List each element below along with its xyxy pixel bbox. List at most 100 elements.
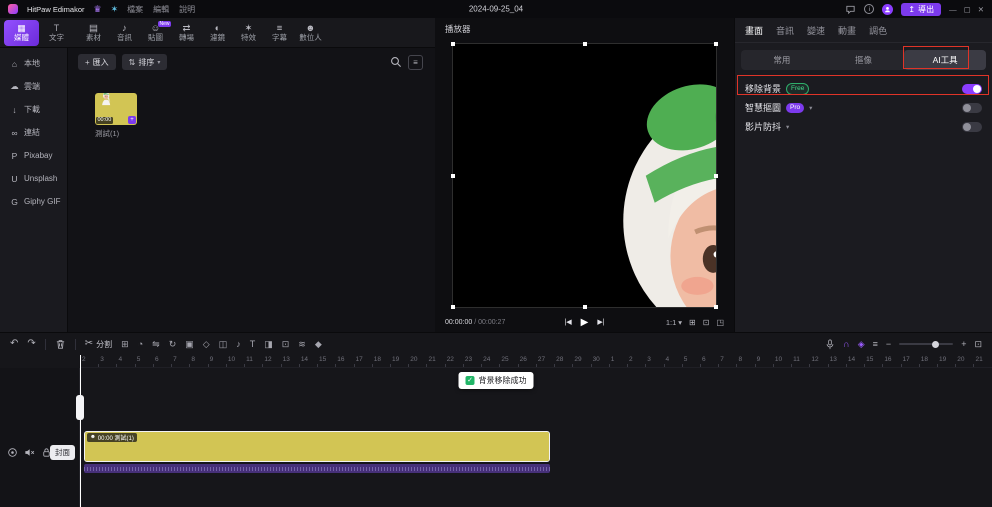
redo-icon[interactable]: ↷	[27, 339, 35, 349]
import-button[interactable]: + 匯入	[78, 54, 116, 70]
tab-audio[interactable]: 音訊	[776, 24, 794, 37]
tab-media[interactable]: ▦ 媒體	[4, 20, 39, 46]
zoom-in-icon[interactable]: +	[961, 339, 966, 349]
free-badge: Free	[786, 83, 809, 95]
rotate-icon[interactable]: ↻	[169, 339, 177, 350]
crop-icon[interactable]: ⊞	[121, 339, 129, 350]
playhead[interactable]	[80, 355, 81, 507]
freeze-frame-icon[interactable]: ▣	[185, 339, 194, 350]
preview-canvas[interactable]	[452, 43, 717, 308]
tool-effects[interactable]: ✶ 特效	[233, 24, 264, 42]
tab-animation[interactable]: 動畫	[838, 24, 856, 37]
media-clip-item[interactable]: 00:00 + 測試(1)	[95, 93, 139, 139]
timeline-zoom-slider[interactable]	[899, 343, 953, 345]
mirror-icon[interactable]: ⇋	[152, 339, 160, 350]
cover-button[interactable]: 封面	[50, 445, 75, 460]
marker-icon[interactable]: ◇	[203, 339, 210, 350]
menu-item[interactable]: 說明	[179, 4, 195, 15]
feedback-chat-icon[interactable]	[845, 4, 856, 15]
split-button[interactable]: ✂ 分割	[85, 339, 112, 350]
delete-icon[interactable]	[55, 339, 66, 350]
sidebar-item-giphy[interactable]: G Giphy GIF	[4, 191, 63, 212]
tool-subtitle[interactable]: ≡ 字幕	[264, 24, 295, 42]
grid-icon[interactable]: ⊞	[689, 318, 696, 327]
sidebar-item-local[interactable]: ⌂ 本地	[4, 53, 63, 74]
info-icon[interactable]: i	[864, 4, 874, 14]
stabilization-label: 影片防抖	[745, 120, 781, 133]
maximize-button[interactable]: ▢	[964, 5, 971, 14]
subtab-ai-tools[interactable]: AI工具	[904, 50, 986, 70]
ribbon-tools: ▤ 素材 ♪ 音訊 ☺ 貼圖 New ⇄ 轉場 ◐	[78, 24, 326, 42]
pro-badge: Pro	[786, 103, 804, 113]
chevron-down-icon: ▾	[157, 59, 160, 66]
sort-button[interactable]: ⇅ 排序 ▾	[122, 54, 168, 70]
menu-item[interactable]: 編輯	[153, 4, 169, 15]
activity-icon[interactable]: ✶	[111, 5, 119, 14]
tab-picture[interactable]: 畫面	[745, 24, 763, 37]
video-clip[interactable]: ☻ 00:00 測試(1)	[84, 431, 550, 462]
keyframe-icon[interactable]: ◆	[315, 339, 322, 350]
subtab-matting[interactable]: 摳像	[823, 50, 905, 70]
stabilization-toggle[interactable]	[962, 122, 982, 132]
export-button[interactable]: ↥ 導出	[901, 3, 941, 16]
ruler-tick: 7	[171, 355, 189, 367]
snapshot-icon[interactable]: ⊡	[703, 318, 710, 327]
tool-stock-media[interactable]: ▤ 素材	[78, 24, 109, 42]
next-frame-button[interactable]: ▶|	[597, 318, 604, 326]
keyframes-icon[interactable]: ◈	[858, 339, 865, 350]
track-manager-icon[interactable]: ≡	[873, 339, 878, 349]
tool-sticker[interactable]: ☺ 貼圖 New	[140, 24, 171, 42]
list-view-icon[interactable]: ≡	[408, 55, 423, 70]
play-button[interactable]: ▶	[581, 317, 589, 328]
fullscreen-icon[interactable]: ◳	[716, 318, 724, 327]
sidebar-item-link[interactable]: ∞ 連結	[4, 122, 63, 143]
ruler-tick: 7	[718, 355, 736, 367]
tab-text[interactable]: T 文字	[39, 20, 74, 46]
playhead-grip[interactable]	[76, 395, 84, 420]
magnet-snap-icon[interactable]: ∩	[843, 339, 849, 349]
vip-icon[interactable]: ♛	[94, 5, 102, 14]
waveform-icon[interactable]: ≋	[298, 339, 306, 350]
tab-speed[interactable]: 變速	[807, 24, 825, 37]
menu-item[interactable]: 檔案	[127, 4, 143, 15]
tool-filter[interactable]: ◐ 濾鏡	[202, 24, 233, 42]
previous-frame-button[interactable]: |◀	[564, 318, 571, 326]
clip-audio-strip[interactable]	[84, 464, 550, 473]
record-track-icon[interactable]	[7, 447, 18, 458]
mute-track-icon[interactable]	[24, 447, 35, 458]
sticker-icon[interactable]: ⊡	[282, 339, 290, 350]
sidebar-item-unsplash[interactable]: U Unsplash	[4, 168, 63, 189]
speed-icon[interactable]: ◔	[138, 339, 143, 349]
stabilization-row[interactable]: 影片防抖 ▾	[735, 117, 992, 136]
sidebar-item-pixabay[interactable]: P Pixabay	[4, 145, 63, 166]
undo-icon[interactable]: ↶	[10, 339, 18, 349]
tool-transition[interactable]: ⇄ 轉場	[171, 24, 202, 42]
text-icon[interactable]: T	[250, 339, 256, 349]
media-clip-thumbnail[interactable]: 00:00 +	[95, 93, 137, 125]
remove-background-row[interactable]: 移除背景 Free	[735, 79, 992, 98]
timeline-ruler[interactable]: 2345678910111213141516171819202122232425…	[80, 355, 992, 368]
pip-icon[interactable]: ◨	[264, 339, 273, 350]
tool-digital-human[interactable]: ☻ 數位人	[295, 24, 326, 42]
audio-detach-icon[interactable]: ♪	[236, 339, 241, 349]
aspect-ratio-selector[interactable]: 1:1 ▾	[666, 318, 682, 327]
zoom-out-icon[interactable]: −	[886, 339, 891, 349]
tab-color[interactable]: 調色	[869, 24, 887, 37]
sort-icon: ⇅	[129, 58, 136, 67]
search-icon[interactable]	[390, 56, 402, 68]
add-to-timeline-badge[interactable]: +	[128, 116, 136, 124]
tool-audio[interactable]: ♪ 音訊	[109, 24, 140, 42]
smart-cutout-toggle[interactable]	[962, 103, 982, 113]
user-avatar[interactable]	[882, 4, 893, 15]
mask-icon[interactable]: ◫	[219, 339, 228, 350]
remove-background-toggle[interactable]	[962, 84, 982, 94]
sidebar-item-download[interactable]: ↓ 下載	[4, 99, 63, 120]
minimize-button[interactable]: —	[949, 5, 957, 14]
close-button[interactable]: ✕	[978, 5, 984, 14]
smart-cutout-row[interactable]: 智慧摳圖 Pro ▾	[735, 98, 992, 117]
ruler-tick: 21	[973, 355, 991, 367]
voiceover-mic-icon[interactable]	[825, 339, 835, 350]
sidebar-item-cloud[interactable]: ☁ 雲端	[4, 76, 63, 97]
fit-timeline-icon[interactable]: ⊡	[974, 339, 982, 350]
subtab-common[interactable]: 常用	[741, 50, 823, 70]
